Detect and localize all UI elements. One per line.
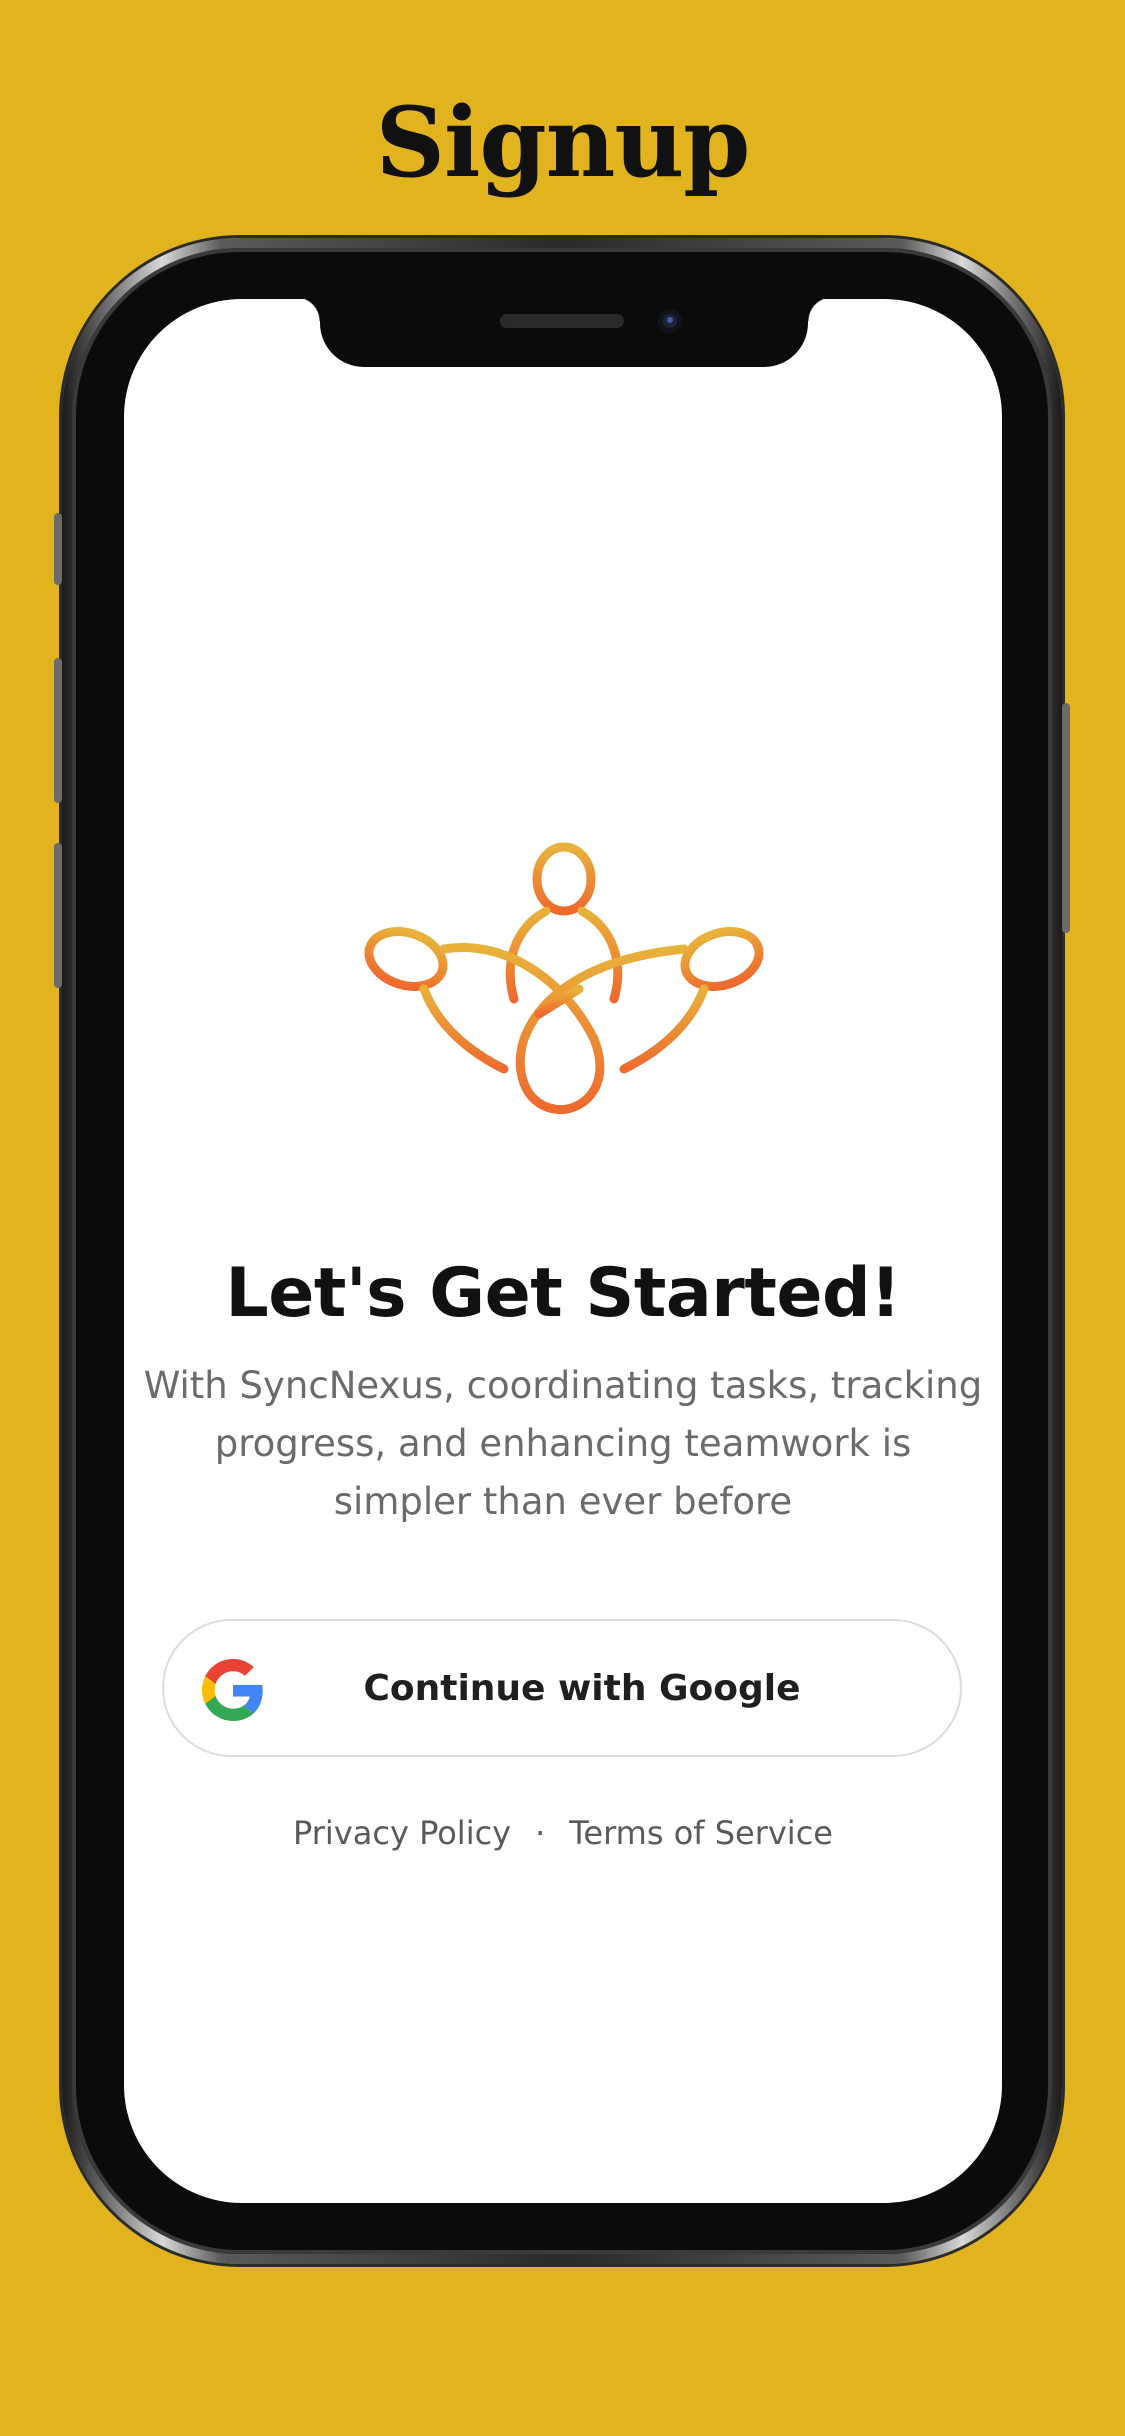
front-camera (658, 309, 682, 333)
subtitle: With SyncNexus, coordinating tasks, trac… (143, 1364, 983, 1523)
footer-links: Privacy Policy · Terms of Service (124, 1814, 1002, 1852)
page-title: Signup (375, 86, 751, 199)
speaker-grille (500, 314, 624, 328)
notch (296, 299, 832, 367)
continue-with-google-button[interactable]: Continue with Google (162, 1619, 962, 1757)
headline: Let's Get Started! (225, 1254, 901, 1333)
phone-frame: Let's Get Started! With SyncNexus, coord… (54, 238, 1070, 2264)
volume-up-button (54, 658, 62, 803)
silent-switch (54, 513, 62, 585)
volume-down-button (54, 843, 62, 988)
meditation-figure-logo-icon (364, 842, 764, 1115)
terms-of-service-link[interactable]: Terms of Service (569, 1814, 833, 1852)
links-separator: · (535, 1814, 546, 1852)
privacy-policy-link[interactable]: Privacy Policy (293, 1814, 511, 1852)
google-button-label: Continue with Google (363, 1667, 801, 1709)
power-button (1062, 703, 1070, 933)
app-screen: Let's Get Started! With SyncNexus, coord… (124, 299, 1002, 2203)
